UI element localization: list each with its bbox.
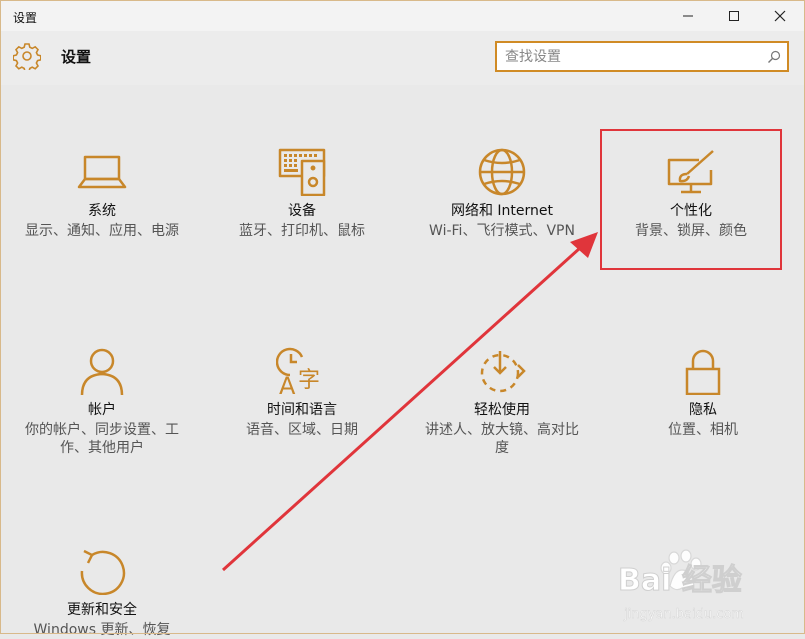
tile-description: 蓝牙、打印机、鼠标 — [239, 223, 365, 239]
watermark-brand: Bai 经验 — [618, 563, 742, 598]
tile-name: 更新和安全 — [67, 602, 137, 618]
gear-icon — [13, 43, 41, 70]
ease-of-access-icon — [480, 351, 526, 393]
tile-ease-of-access[interactable]: 轻松使用 讲述人、放大镜、高对比度 — [407, 347, 597, 457]
tile-description: 讲述人、放大镜、高对比度 — [425, 422, 579, 456]
person-icon — [80, 348, 124, 395]
refresh-icon — [80, 549, 126, 595]
svg-text:A: A — [279, 372, 296, 395]
minimize-icon — [683, 15, 693, 17]
tile-privacy[interactable]: 隐私 位置、相机 — [608, 347, 798, 439]
laptop-icon — [77, 155, 127, 189]
maximize-icon — [729, 11, 739, 21]
tile-time-language[interactable]: A 字 时间和语言 语音、区域、日期 — [207, 347, 397, 439]
tile-devices[interactable]: 设备 蓝牙、打印机、鼠标 — [207, 148, 397, 240]
tile-description: 位置、相机 — [668, 422, 738, 438]
title-bar: 设置 — [1, 1, 804, 31]
tile-name: 隐私 — [689, 402, 717, 418]
svg-text:字: 字 — [298, 368, 320, 393]
search-box[interactable] — [495, 41, 789, 72]
minimize-button[interactable] — [665, 1, 711, 31]
tile-system[interactable]: 系统 显示、通知、应用、电源 — [7, 148, 197, 240]
tile-description: Wi-Fi、飞行模式、VPN — [429, 223, 575, 239]
highlight-box — [600, 129, 782, 270]
lock-icon — [685, 349, 721, 395]
maximize-button[interactable] — [711, 1, 757, 31]
tile-description: 你的帐户、同步设置、工作、其他用户 — [25, 422, 179, 456]
keyboard-speaker-icon — [278, 148, 326, 196]
settings-header: 设置 — [1, 31, 804, 85]
tile-name: 轻松使用 — [474, 402, 530, 418]
tile-name: 时间和语言 — [267, 402, 337, 418]
search-input[interactable] — [505, 43, 755, 70]
tile-description: 显示、通知、应用、电源 — [25, 223, 179, 239]
globe-icon — [478, 148, 526, 196]
tile-name: 设备 — [288, 203, 316, 219]
tile-name: 系统 — [88, 203, 116, 219]
search-icon[interactable] — [767, 50, 781, 64]
tile-network[interactable]: 网络和 Internet Wi-Fi、飞行模式、VPN — [407, 148, 597, 240]
baidu-jingyan-watermark: Bai 经验 jingyan.baidu.com — [618, 549, 744, 622]
close-button[interactable] — [757, 1, 803, 31]
tile-name: 帐户 — [88, 402, 116, 418]
tile-accounts[interactable]: 帐户 你的帐户、同步设置、工作、其他用户 — [7, 347, 197, 457]
tile-description: Windows 更新、恢复 — [33, 622, 171, 638]
watermark-url: jingyan.baidu.com — [623, 607, 744, 622]
page-title: 设置 — [61, 48, 92, 66]
tile-update-security[interactable]: 更新和安全 Windows 更新、恢复 — [7, 547, 197, 639]
close-icon — [774, 10, 786, 22]
clock-language-icon: A 字 — [276, 347, 320, 395]
window-border — [0, 0, 805, 634]
tile-description: 语音、区域、日期 — [246, 422, 358, 438]
annotation-arrow — [221, 232, 598, 572]
window-title: 设置 — [13, 11, 38, 25]
tile-name: 网络和 Internet — [450, 203, 554, 219]
